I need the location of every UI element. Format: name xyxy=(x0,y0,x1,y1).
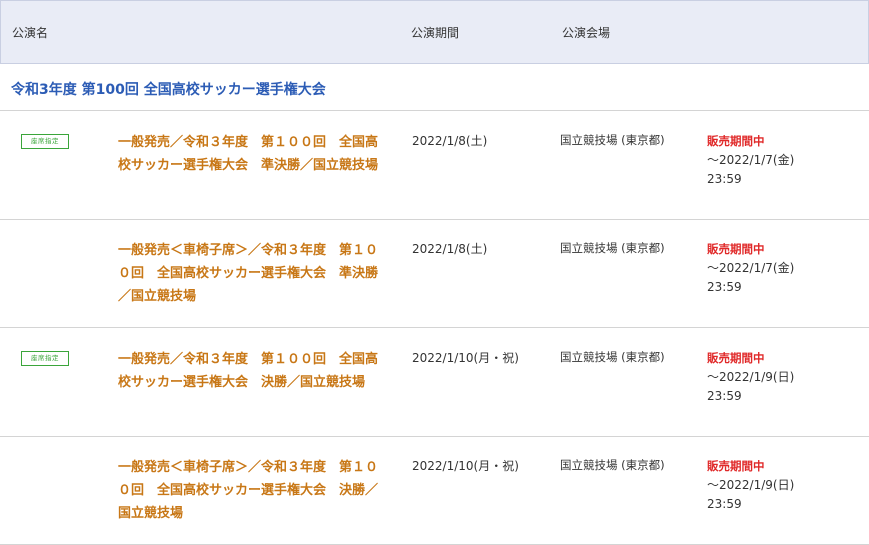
performance-venue: 国立競技場 (東京都) xyxy=(560,133,665,147)
table-row: 一般発売＜車椅子席＞／令和３年度 第１００回 全国高校サッカー選手権大会 準決勝… xyxy=(0,219,869,328)
sale-period: 販売期間中 ～2022/1/7(金) 23:59 xyxy=(707,132,794,189)
sale-end-date: ～2022/1/7(金) xyxy=(707,153,795,167)
table-row: 座席指定 一般発売／令和３年度 第１００回 全国高校サッカー選手権大会 決勝／国… xyxy=(0,328,869,437)
sale-status: 販売期間中 xyxy=(707,134,765,148)
performance-date: 2022/1/10(月・祝) xyxy=(412,351,519,365)
performance-date: 2022/1/8(土) xyxy=(412,134,488,148)
sale-end-date: ～2022/1/9(日) xyxy=(707,478,795,492)
header-performance-name: 公演名 xyxy=(12,26,49,40)
seat-reserved-badge: 座席指定 xyxy=(21,134,69,149)
event-group-title: 令和3年度 第100回 全国高校サッカー選手権大会 xyxy=(11,82,326,98)
performance-venue: 国立競技場 (東京都) xyxy=(560,241,665,255)
header-performance-period: 公演期間 xyxy=(411,26,460,40)
performance-title-link[interactable]: 一般発売＜車椅子席＞／令和３年度 第１００回 全国高校サッカー選手権大会 準決勝… xyxy=(118,239,390,308)
performance-venue: 国立競技場 (東京都) xyxy=(560,350,665,364)
sale-period: 販売期間中 ～2022/1/9(日) 23:59 xyxy=(707,457,794,514)
performance-date: 2022/1/10(月・祝) xyxy=(412,459,519,473)
sale-end-time: 23:59 xyxy=(707,172,742,186)
sale-status: 販売期間中 xyxy=(707,242,765,256)
table-header: 公演名 公演期間 公演会場 xyxy=(0,0,869,64)
sale-end-time: 23:59 xyxy=(707,280,742,294)
seat-reserved-badge: 座席指定 xyxy=(21,351,69,366)
sale-end-time: 23:59 xyxy=(707,389,742,403)
sale-status: 販売期間中 xyxy=(707,459,765,473)
table-row: 座席指定 一般発売／令和３年度 第１００回 全国高校サッカー選手権大会 準決勝／… xyxy=(0,111,869,220)
table-row: 一般発売＜車椅子席＞／令和３年度 第１００回 全国高校サッカー選手権大会 決勝／… xyxy=(0,436,869,545)
sale-status: 販売期間中 xyxy=(707,351,765,365)
performance-table: 公演名 公演期間 公演会場 令和3年度 第100回 全国高校サッカー選手権大会 … xyxy=(0,0,869,545)
performance-title-link[interactable]: 一般発売／令和３年度 第１００回 全国高校サッカー選手権大会 決勝／国立競技場 xyxy=(118,348,390,394)
performance-date: 2022/1/8(土) xyxy=(412,242,488,256)
sale-end-time: 23:59 xyxy=(707,497,742,511)
sale-end-date: ～2022/1/7(金) xyxy=(707,261,795,275)
sale-period: 販売期間中 ～2022/1/7(金) 23:59 xyxy=(707,240,794,297)
sale-end-date: ～2022/1/9(日) xyxy=(707,370,795,384)
performance-title-link[interactable]: 一般発売／令和３年度 第１００回 全国高校サッカー選手権大会 準決勝／国立競技場 xyxy=(118,131,390,177)
header-performance-venue: 公演会場 xyxy=(562,26,611,40)
sale-period: 販売期間中 ～2022/1/9(日) 23:59 xyxy=(707,349,794,406)
performance-venue: 国立競技場 (東京都) xyxy=(560,458,665,472)
performance-title-link[interactable]: 一般発売＜車椅子席＞／令和３年度 第１００回 全国高校サッカー選手権大会 決勝／… xyxy=(118,456,390,525)
